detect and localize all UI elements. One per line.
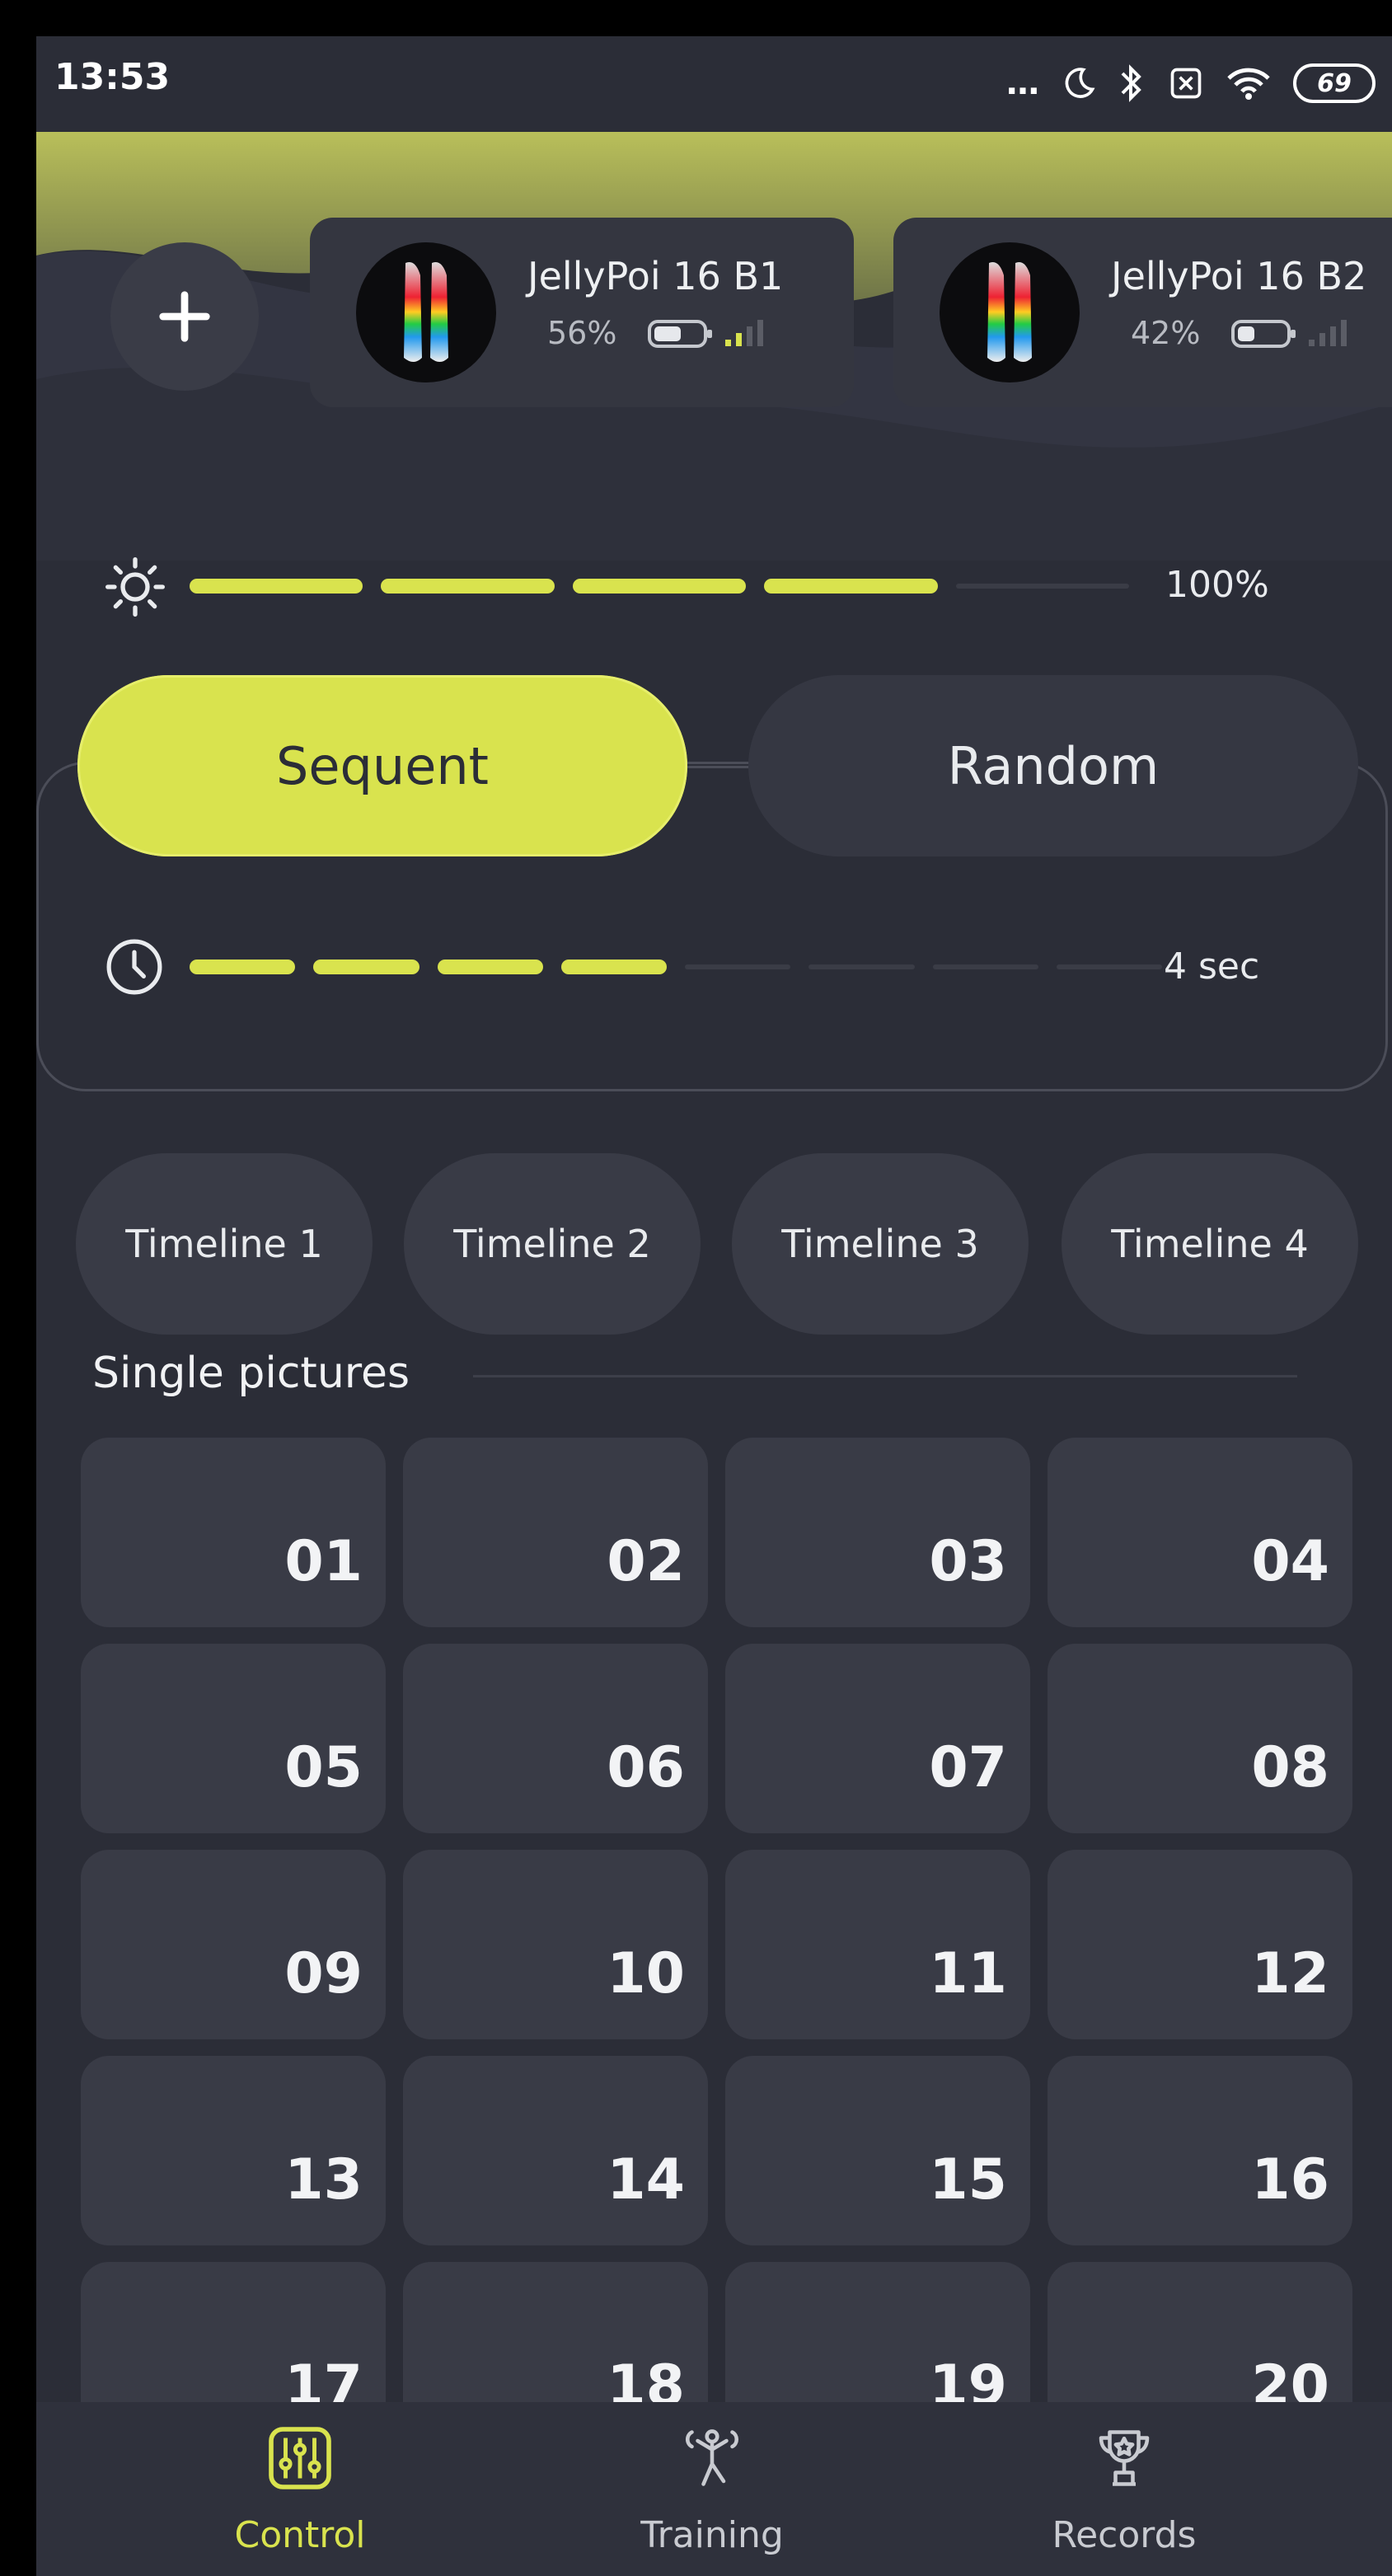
timeline-3-button[interactable]: Timeline 3 — [732, 1153, 1029, 1335]
picture-tile[interactable]: 08 — [1048, 1644, 1352, 1833]
single-pictures-title: Single pictures — [92, 1349, 410, 1398]
brightness-slider[interactable] — [190, 579, 1129, 595]
pictures-grid: 01 02 03 04 05 06 07 08 09 10 11 12 13 1… — [36, 1438, 1392, 2402]
slider-segment-filled — [560, 960, 667, 974]
slider-segment-filled — [190, 960, 296, 974]
slider-segment-empty — [808, 964, 915, 969]
slider-segment-empty — [955, 584, 1129, 589]
picture-tile[interactable]: 06 — [403, 1644, 708, 1833]
plus-icon — [159, 291, 210, 342]
nav-records[interactable]: Records — [959, 2402, 1289, 2576]
slider-segment-empty — [1056, 964, 1162, 969]
nav-control[interactable]: Control — [135, 2402, 465, 2576]
clock-icon — [106, 939, 162, 995]
status-time: 13:53 — [54, 56, 171, 98]
picture-tile[interactable]: 16 — [1048, 2056, 1352, 2245]
picture-tile[interactable]: 02 — [403, 1438, 708, 1627]
battery-icon — [648, 320, 712, 348]
picture-tile[interactable]: 07 — [725, 1644, 1030, 1833]
nav-records-label: Records — [1052, 2514, 1197, 2556]
slider-segment-filled — [381, 579, 555, 594]
battery-indicator: 69 — [1293, 63, 1376, 103]
brightness-value: 100% — [1165, 564, 1269, 606]
picture-tile[interactable]: 09 — [81, 1850, 386, 2039]
status-icons: … 69 — [1006, 46, 1376, 120]
device-battery-pct: 42% — [1131, 315, 1201, 351]
random-mode-button[interactable]: Random — [748, 675, 1358, 856]
interval-slider[interactable] — [190, 960, 1162, 976]
nav-training[interactable]: Training — [547, 2402, 877, 2576]
picture-tile[interactable]: 11 — [725, 1850, 1030, 2039]
picture-tile[interactable]: 17 — [81, 2262, 386, 2402]
slider-segment-filled — [764, 579, 938, 594]
timeline-1-button[interactable]: Timeline 1 — [76, 1153, 373, 1335]
nav-control-label: Control — [234, 2514, 366, 2556]
picture-tile[interactable]: 20 — [1048, 2262, 1352, 2402]
sliders-icon — [269, 2427, 331, 2489]
nav-training-label: Training — [640, 2514, 784, 2556]
picture-tile[interactable]: 05 — [81, 1644, 386, 1833]
picture-tile[interactable]: 15 — [725, 2056, 1030, 2245]
picture-tile[interactable]: 13 — [81, 2056, 386, 2245]
picture-tile[interactable]: 03 — [725, 1438, 1030, 1627]
device-card-b1[interactable]: JellyPoi 16 B1 56% — [310, 218, 854, 407]
device-name: JellyPoi 16 B1 — [527, 254, 784, 298]
juggler-icon — [685, 2429, 739, 2486]
brightness-icon — [105, 557, 165, 617]
add-device-button[interactable] — [110, 242, 259, 391]
mode-connector — [687, 766, 748, 768]
bluetooth-icon — [1121, 64, 1141, 102]
slider-segment-filled — [572, 579, 747, 594]
poi-image — [404, 262, 448, 362]
device-name: JellyPoi 16 B2 — [1111, 254, 1367, 298]
picture-tile[interactable]: 19 — [725, 2262, 1030, 2402]
picture-tile[interactable]: 10 — [403, 1850, 708, 2039]
status-bar: 13:53 … 69 — [36, 36, 1392, 132]
battery-icon — [1231, 320, 1296, 348]
moon-icon — [1065, 68, 1095, 98]
picture-tile[interactable]: 12 — [1048, 1850, 1352, 2039]
slider-segment-empty — [685, 964, 791, 969]
picture-tile[interactable]: 14 — [403, 2056, 708, 2245]
trophy-icon — [1099, 2430, 1150, 2486]
timeline-2-button[interactable]: Timeline 2 — [404, 1153, 701, 1335]
slider-segment-filled — [313, 960, 419, 974]
section-divider — [473, 1375, 1297, 1377]
sim-off-icon — [1170, 68, 1202, 99]
sequent-mode-button[interactable]: Sequent — [77, 675, 687, 856]
slider-segment-filled — [190, 579, 363, 594]
picture-tile[interactable]: 18 — [403, 2262, 708, 2402]
device-card-b2[interactable]: JellyPoi 16 B2 42% — [893, 218, 1392, 407]
signal-icon — [725, 320, 763, 346]
slider-segment-filled — [437, 960, 543, 974]
device-avatar — [940, 242, 1080, 382]
interval-value: 4 sec — [1164, 945, 1260, 988]
more-dots-icon: … — [1006, 64, 1039, 102]
app-screen: 13:53 … 69 JellyPoi 16 B1 56% JellyPoi 1… — [36, 36, 1392, 2576]
timeline-4-button[interactable]: Timeline 4 — [1062, 1153, 1358, 1335]
poi-image — [987, 262, 1032, 362]
bottom-nav: Control Training Records — [36, 2402, 1392, 2576]
signal-icon — [1309, 320, 1347, 346]
slider-segment-empty — [932, 964, 1038, 969]
picture-tile[interactable]: 01 — [81, 1438, 386, 1627]
device-battery-pct: 56% — [547, 315, 617, 351]
picture-tile[interactable]: 04 — [1048, 1438, 1352, 1627]
device-avatar — [356, 242, 496, 382]
wifi-icon — [1227, 68, 1270, 100]
